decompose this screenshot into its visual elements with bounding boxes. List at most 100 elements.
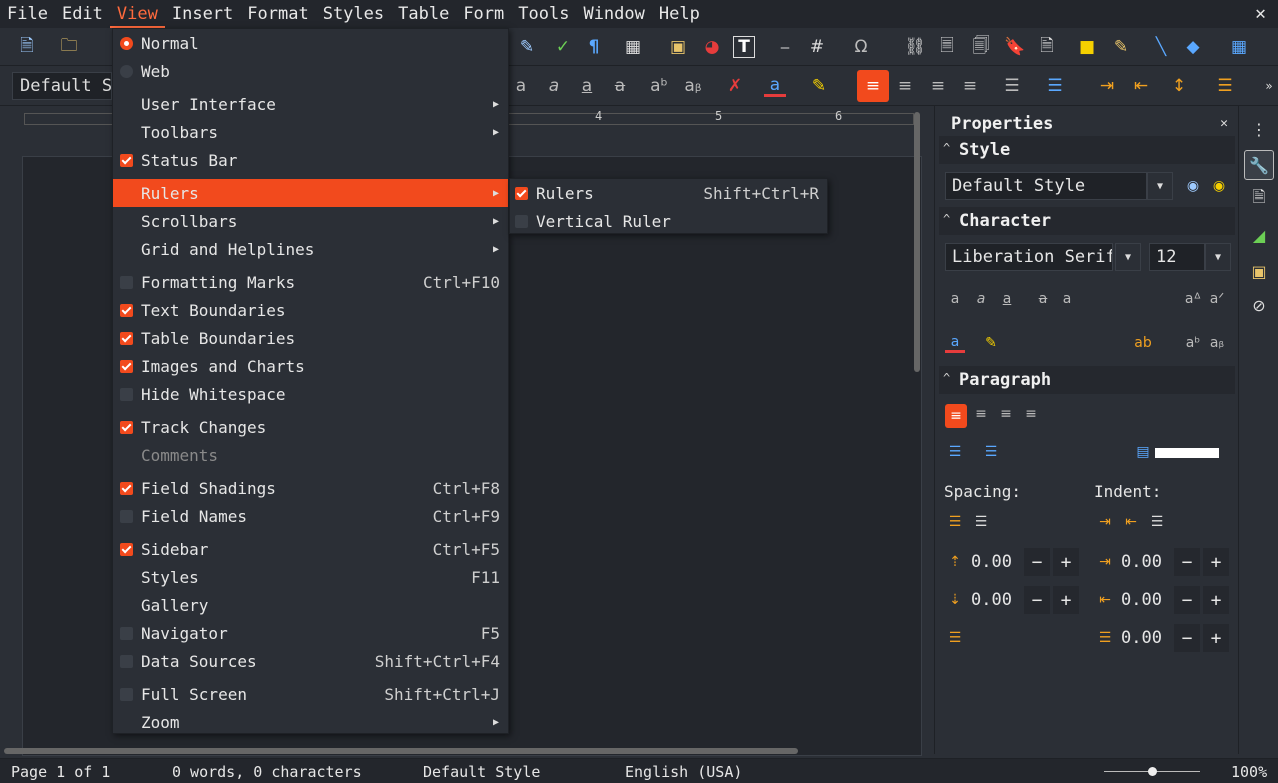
menu-item-table-boundaries[interactable]: Table Boundaries bbox=[113, 324, 508, 352]
menu-insert[interactable]: Insert bbox=[165, 0, 240, 28]
cross-reference-icon[interactable]: 🗎 bbox=[1036, 36, 1058, 58]
clear-formatting-icon[interactable]: ✗ bbox=[724, 75, 746, 97]
more-options-icon[interactable]: » bbox=[1258, 75, 1278, 97]
background-color-swatch[interactable] bbox=[1155, 448, 1219, 458]
menu-item-user-interface[interactable]: User Interface ▶ bbox=[113, 90, 508, 118]
comment-icon[interactable]: ■ bbox=[1076, 36, 1098, 58]
decrement-button[interactable]: − bbox=[1024, 548, 1050, 576]
styles-icon[interactable]: ◢ bbox=[1244, 220, 1274, 250]
first-line-value[interactable]: 0.00 bbox=[1121, 628, 1162, 648]
justify-icon[interactable]: ≡ bbox=[959, 75, 981, 97]
increment-button[interactable]: + bbox=[1203, 548, 1229, 576]
insert-textbox-icon[interactable]: T bbox=[733, 36, 755, 58]
insert-table-icon[interactable]: ▦ bbox=[622, 36, 644, 58]
italic-icon[interactable]: a bbox=[543, 75, 565, 97]
vertical-scrollbar[interactable] bbox=[914, 112, 920, 372]
autocheck-icon[interactable]: ✓ bbox=[552, 36, 574, 58]
special-character-icon[interactable]: Ω bbox=[850, 36, 872, 58]
increase-indent-icon[interactable]: ⇥ bbox=[1095, 512, 1115, 532]
footnote-icon[interactable]: 🗏 bbox=[936, 36, 958, 58]
highlight-color-icon[interactable]: ✎ bbox=[808, 75, 830, 97]
font-color-icon[interactable]: a bbox=[945, 333, 965, 353]
menu-item-sidebar[interactable]: Sidebar Ctrl+F5 bbox=[113, 535, 508, 563]
font-color-icon[interactable]: a bbox=[764, 75, 786, 97]
menu-item-field-shadings[interactable]: Field Shadings Ctrl+F8 bbox=[113, 474, 508, 502]
menu-item-data-sources[interactable]: Data Sources Shift+Ctrl+F4 bbox=[113, 647, 508, 675]
superscript-icon[interactable]: aᵇ bbox=[648, 75, 670, 97]
menu-styles[interactable]: Styles bbox=[316, 0, 391, 28]
chevron-down-icon[interactable]: ▼ bbox=[1147, 172, 1173, 200]
decrement-button[interactable]: − bbox=[1174, 586, 1200, 614]
increment-button[interactable]: + bbox=[1053, 586, 1079, 614]
zoom-slider-handle[interactable] bbox=[1148, 767, 1157, 776]
menu-item-rulers[interactable]: Rulers ▶ bbox=[113, 179, 508, 207]
chevron-down-icon[interactable]: ▼ bbox=[1205, 243, 1231, 271]
menu-item-scrollbars[interactable]: Scrollbars ▶ bbox=[113, 207, 508, 235]
menu-item-images-and-charts[interactable]: Images and Charts bbox=[113, 352, 508, 380]
underline-icon[interactable]: a bbox=[576, 75, 598, 97]
decrease-size-icon[interactable]: aᐟ bbox=[1207, 289, 1227, 309]
hanging-indent-icon[interactable]: ☰ bbox=[1147, 512, 1167, 532]
word-count[interactable]: 0 words, 0 characters bbox=[172, 763, 362, 781]
spellcheck-icon[interactable]: ✎ bbox=[516, 36, 538, 58]
bold-icon[interactable]: a bbox=[510, 75, 532, 97]
line-icon[interactable]: ╲ bbox=[1150, 36, 1172, 58]
insert-image-icon[interactable]: ▣ bbox=[667, 36, 689, 58]
menu-tools[interactable]: Tools bbox=[511, 0, 576, 28]
menu-file[interactable]: File bbox=[0, 0, 55, 28]
increase-size-icon[interactable]: aᐞ bbox=[1183, 289, 1203, 309]
increment-button[interactable]: + bbox=[1053, 548, 1079, 576]
page-indicator[interactable]: Page 1 of 1 bbox=[11, 763, 110, 781]
indent-before-value[interactable]: 0.00 bbox=[1121, 552, 1162, 572]
insert-field-icon[interactable]: # bbox=[806, 36, 828, 58]
menu-item-styles[interactable]: Styles F11 bbox=[113, 563, 508, 591]
spacing-below-value[interactable]: 0.00 bbox=[971, 590, 1012, 610]
new-document-icon[interactable]: 🗎 bbox=[16, 36, 38, 58]
bullet-list-icon[interactable]: ☰ bbox=[945, 442, 965, 462]
increase-spacing-icon[interactable]: ☰ bbox=[945, 512, 965, 532]
decrement-button[interactable]: − bbox=[1174, 548, 1200, 576]
endnote-icon[interactable]: 🗐 bbox=[970, 36, 992, 58]
indent-after-value[interactable]: 0.00 bbox=[1121, 590, 1162, 610]
gallery-icon[interactable]: ▣ bbox=[1244, 256, 1274, 286]
menu-edit[interactable]: Edit bbox=[55, 0, 110, 28]
basic-shapes-icon[interactable]: ◆ bbox=[1182, 36, 1204, 58]
strikethrough-icon[interactable]: a bbox=[1033, 289, 1053, 309]
navigator-icon[interactable]: ⊘ bbox=[1244, 290, 1274, 320]
zoom-level[interactable]: 100% bbox=[1231, 763, 1267, 781]
track-changes-icon[interactable]: ✎ bbox=[1110, 36, 1132, 58]
language[interactable]: English (USA) bbox=[625, 763, 742, 781]
decrement-button[interactable]: − bbox=[1174, 624, 1200, 652]
page-icon[interactable]: 🗎 bbox=[1244, 184, 1274, 214]
properties-wrench-icon[interactable]: 🔧 bbox=[1244, 150, 1274, 180]
menu-item-field-names[interactable]: Field Names Ctrl+F9 bbox=[113, 502, 508, 530]
menu-item-gallery[interactable]: Gallery bbox=[113, 591, 508, 619]
increment-button[interactable]: + bbox=[1203, 624, 1229, 652]
increase-indent-icon[interactable]: ⇥ bbox=[1096, 75, 1118, 97]
menu-item-comments[interactable]: Comments bbox=[113, 441, 508, 469]
menu-item-full-screen[interactable]: Full Screen Shift+Ctrl+J bbox=[113, 680, 508, 708]
menu-window[interactable]: Window bbox=[576, 0, 651, 28]
increment-button[interactable]: + bbox=[1203, 586, 1229, 614]
numbered-list-icon[interactable]: ☰ bbox=[981, 442, 1001, 462]
page-style[interactable]: Default Style bbox=[423, 763, 540, 781]
menu-item-hide-whitespace[interactable]: Hide Whitespace bbox=[113, 380, 508, 408]
decrease-indent-icon[interactable]: ⇤ bbox=[1121, 512, 1141, 532]
decrease-spacing-icon[interactable]: ☰ bbox=[971, 512, 991, 532]
menu-item-toolbars[interactable]: Toolbars ▶ bbox=[113, 118, 508, 146]
italic-icon[interactable]: a bbox=[971, 289, 991, 309]
menu-item-grid-and-helplines[interactable]: Grid and Helplines ▶ bbox=[113, 235, 508, 263]
paragraph-spacing-icon[interactable]: ☰ bbox=[1214, 75, 1236, 97]
highlight-color-icon[interactable]: ✎ bbox=[981, 333, 1001, 353]
decrease-indent-icon[interactable]: ⇤ bbox=[1130, 75, 1152, 97]
strikethrough-icon[interactable]: a bbox=[609, 75, 631, 97]
align-left-icon[interactable]: ≡ bbox=[945, 404, 967, 428]
menu-item-normal[interactable]: Normal bbox=[113, 29, 508, 57]
submenu-item-rulers[interactable]: Rulers Shift+Ctrl+R bbox=[510, 179, 827, 207]
shadow-icon[interactable]: a bbox=[1057, 289, 1077, 309]
hyperlink-icon[interactable]: ⛓ bbox=[904, 36, 926, 58]
close-icon[interactable]: ✕ bbox=[1220, 116, 1228, 131]
underline-icon[interactable]: a bbox=[997, 289, 1017, 309]
close-icon[interactable]: ✕ bbox=[1255, 3, 1266, 24]
spacing-above-value[interactable]: 0.00 bbox=[971, 552, 1012, 572]
